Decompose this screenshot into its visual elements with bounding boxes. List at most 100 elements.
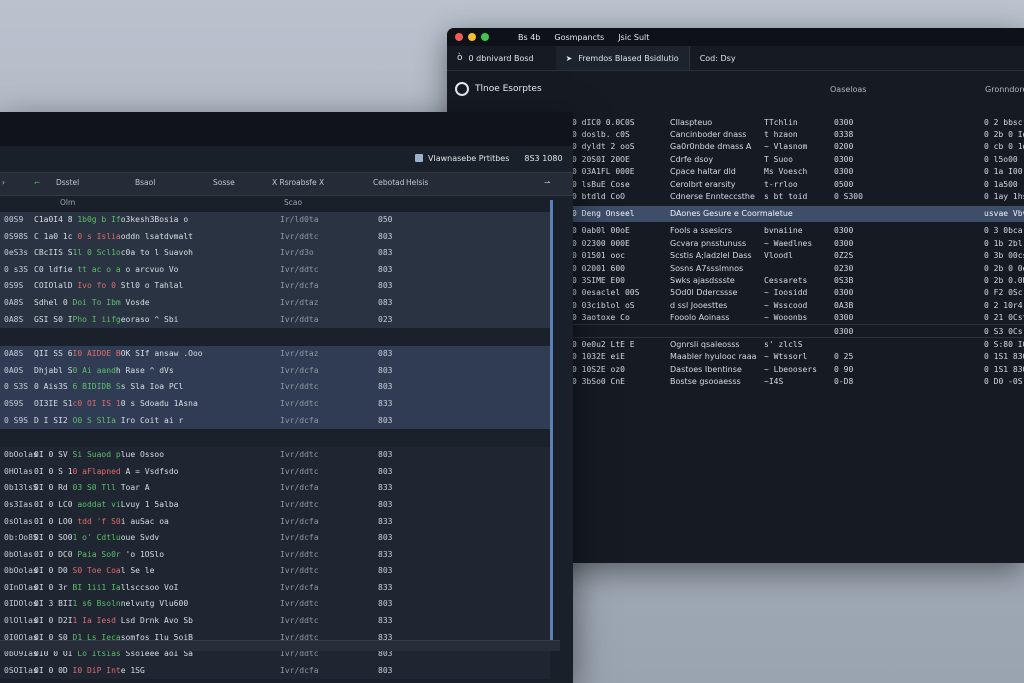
column-header[interactable]: Oaseloas	[830, 85, 866, 94]
minimize-window-button[interactable]	[468, 33, 476, 41]
zoom-window-button[interactable]	[481, 33, 489, 41]
table-row[interactable]: 0 01501 ooc Scstis A;ladzlel Dass Vloodl 0Z…	[572, 250, 1024, 262]
table-row[interactable]: 0 0ab0l 00oE Fools a ssesicrs bvnaiine 0300…	[572, 225, 1024, 237]
toolbar-item[interactable]: Bsaol	[135, 178, 155, 187]
table-cell: 0S98S	[4, 231, 29, 241]
table-row[interactable]: 0 3SIME E00 Swks ajasdssste Cessarets 0S3B 0…	[572, 274, 1024, 286]
table-row[interactable]: 0 02001 600 Sosns A7ssslmnos 0230 0 2b 0 0e…	[572, 262, 1024, 274]
table-row[interactable]: 0 03ciblol oS d ssl Jooesttes ~ Wsscood 0A3…	[572, 299, 1024, 311]
table-row[interactable]: 0SOIlas 0I 0 0D I0 DiP Inte 1SG Ivr/dcfa 80…	[0, 663, 550, 680]
table-cell: bvnaiine	[764, 226, 803, 236]
table-row[interactable]: 0 s3S C0 ldfie tt ac o a o arcvuo Vo Ivr/d…	[0, 262, 550, 279]
table-row[interactable]: 0 S3S 0 Ais3S 6 BIDIDB Ss Sla Ioa PCl Ivr/…	[0, 379, 550, 396]
table-cell: C 1a0 1c 0 s Isliaoddn lsatdvmalt	[34, 231, 193, 241]
table-row[interactable]: 0A8S GSI S0 IPho I iifgeoraso ^ Sbi Ivr/dd…	[0, 312, 550, 329]
table-row[interactable]: 0S98S C 1a0 1c 0 s Isliaoddn lsatdvmalt Iv…	[0, 229, 550, 246]
table-row[interactable]: 0 0e0u2 LtE E Ognrsli qsaleosss s' zlclS 0 …	[572, 337, 1024, 350]
sort-icon[interactable]: ⇀	[544, 178, 550, 187]
column-header[interactable]: Scao	[284, 198, 302, 207]
table-row[interactable]: 0 dIC0 0.0C0S Cllaspteuo TTchlin 0300 0 2 bb…	[572, 116, 1024, 128]
table-row[interactable]: 0A8S QII SS 6I0 AIDOE BOK SIf ansaw .Ooo I…	[0, 346, 550, 363]
table-row[interactable]: 0 3bSo0 CnE Bostse gsooaesss ~I4S 0-D8 0 D0 …	[572, 375, 1024, 387]
front-column-headers: Olm Scao	[0, 196, 550, 210]
toolbar-item[interactable]: Dsstel	[56, 178, 79, 187]
table-cell: Ms Voesch	[764, 167, 808, 177]
table-row[interactable]: 0 btdld CoO Cdnerse Ennteccsthe s bt toid 0…	[572, 190, 1024, 202]
table-cell: 0I 0 LC0 aoddat viLvuy 1 5alba	[34, 499, 179, 509]
tab-active[interactable]: ➤ Fremdos Blased Bsidlutio	[555, 46, 690, 70]
table-cell: C0 ldfie tt ac o a o arcvuo Vo	[34, 264, 179, 274]
table-row[interactable]: 0b13lsS 0I 0 Rd 03 S0 Tll Toar A Ivr/dcfa 8…	[0, 480, 550, 497]
table-row[interactable]: 0 10S2E oz0 Dastoes Ibentinse ~ Lbeoosers 0…	[572, 363, 1024, 375]
tab-label: Fremdos Blased Bsidlutio	[578, 53, 679, 63]
tab-label: 0 dbnivard Bosd	[468, 53, 534, 63]
close-window-button[interactable]	[455, 33, 463, 41]
table-cell: Fooolo Aoinass	[670, 313, 730, 323]
table-cell: 0200	[834, 142, 854, 152]
table-row[interactable]: 0 0esaclel 00S 5Od0l Ddercssse ~ Ioosidd 03…	[572, 287, 1024, 299]
search-field[interactable]: Vlawnasebe Prtitbes 8S3 1080	[415, 148, 573, 168]
table-row[interactable]: 0S9S OI3IE S1c0 OI IS 10 s Sdoadu 1Asna Iv…	[0, 396, 550, 413]
table-cell: Ivr/ddtc	[280, 616, 319, 626]
table-cell: 0300	[834, 117, 854, 127]
column-header[interactable]: Gronndore	[985, 85, 1024, 94]
horizontal-scrollbar[interactable]	[0, 640, 560, 651]
table-row[interactable]: 0 20S0I 20OE Cdrfe dsoy T Suoo 0300 0 l5o00	[572, 153, 1024, 165]
table-row[interactable]: 0 lsBuE Cose Cerolbrt erarsity t-rrloo 0500…	[572, 178, 1024, 190]
table-row[interactable]: 0 3aotoxe Co Fooolo Aoinass ~ Wooonbs 0300 0…	[572, 311, 1024, 323]
table-cell: ~ Vlasnom	[764, 142, 808, 152]
table-row[interactable]: 0 doslb. c0S Cancinboder dnass t hzaon 0338…	[572, 128, 1024, 140]
table-cell: Maabler hyulooc raaa	[670, 352, 757, 362]
table-row[interactable]: 0eS3s CBcIIS S1l 0 Scl1oc0a to l Suavoh Iv…	[0, 245, 550, 262]
table-cell: 0I 3 BII1 s6 Bsolnnelvutg Vlu600	[34, 599, 189, 609]
table-row-selected[interactable]: 0 Deng Onseel DAones Gesure e Coormaletue…	[572, 205, 1024, 222]
table-cell: 0InOlas	[4, 582, 38, 592]
table-row[interactable]: 0 dyldt 2 ooS Ga0r0nbde dmass A ~ Vlasnom 0…	[572, 141, 1024, 153]
table-cell: 083	[378, 248, 393, 258]
table-row[interactable]: 0 1032E eiE Maabler hyulooc raaa ~ Wtssorl…	[572, 351, 1024, 363]
menu-item[interactable]: Bs 4b	[518, 33, 540, 42]
table-row[interactable]: 00S9 C1a0I4 8 1b0g b Ifo3kesh3Bosia o Ir/l…	[0, 212, 550, 229]
checkbox-icon[interactable]	[415, 154, 423, 162]
menu-item[interactable]: Jsic Sult	[618, 33, 649, 42]
tab-code[interactable]: Cod: Dsy	[690, 46, 746, 70]
table-row[interactable]: 0lOllas 0I 0 D2I1 Ia Iesd Lsd Drnk Avo Sb…	[0, 613, 550, 630]
circle-icon	[455, 82, 469, 96]
chevron-left-icon[interactable]: ›	[2, 178, 5, 187]
table-row[interactable]: 0InOlas 0I 0 3r BI 1ii1 Iallsccsoo VoI Ivr…	[0, 580, 550, 597]
toolbar-item[interactable]: Sosse	[213, 178, 235, 187]
column-header[interactable]: Olm	[60, 198, 75, 207]
table-cell: 0 dyldt 2 ooS	[572, 142, 635, 152]
table-cell: 0 1ay 1hse	[984, 192, 1024, 202]
table-row[interactable]: 0bOolas 0I 0 D0 S0 Toe Coal Se le Ivr/ddtc…	[0, 563, 550, 580]
table-cell: Ivr/dtaz	[280, 349, 319, 359]
tag-icon: ⌐	[34, 178, 41, 187]
view-header: Tlnoe Esorptes Oaseloas Gronndore	[447, 71, 1024, 107]
menu-item[interactable]: Gosmpancts	[554, 33, 604, 42]
table-row[interactable]: 0b:Oo8S 0I 0 SO01 o' Cdtluoue Svdv Ivr/dcf…	[0, 530, 550, 547]
table-row[interactable]: 0HOlas 0I 0 S 10 aFlapned A = Vsdfsdo Ivr/…	[0, 464, 550, 481]
table-row[interactable]: 0 02300 000E Gcvara pnsstunuss ~ Waedlnes 0…	[572, 237, 1024, 249]
filter-chip[interactable]: X Rsroabsfe X	[272, 178, 324, 187]
table-cell: 0 2b 0 Ide	[984, 130, 1024, 140]
tab-dashboard[interactable]: ò 0 dbnivard Bosd	[447, 46, 544, 70]
front-table: 00S9 C1a0I4 8 1b0g b Ifo3kesh3Bosia o Ir/l…	[0, 212, 550, 680]
table-row[interactable]: 0bOolas 0I 0 SV Si Suaod plue Ossoo Ivr/dd…	[0, 447, 550, 464]
table-row[interactable]: 0A0S Dhjabl S0 Ai aandh Rase ^ dVs Ivr/dcf…	[0, 363, 550, 380]
table-row[interactable]: 0300 0 S3 0Cs	[572, 323, 1024, 337]
toolbar-item[interactable]: Helsis	[406, 178, 428, 187]
table-row[interactable]: 0IDOlos 0I 3 BII1 s6 Bsolnnelvutg Vlu600 I…	[0, 596, 550, 613]
table-cell: 803	[378, 450, 393, 460]
vertical-scrollbar[interactable]	[550, 200, 553, 640]
toolbar-item[interactable]: Cebotad	[373, 178, 405, 187]
table-row[interactable]: 0A8S Sdhel 0 Doi To Ibm Vosde Ivr/dtaz 083	[0, 295, 550, 312]
table-row[interactable]: 0 03A1FL 000E Cpace haltar dld Ms Voesch 03…	[572, 166, 1024, 178]
table-row[interactable]: 0bOlas 0I 0 DC0 Paia So0r 'o 1OSlo Ivr/ddt…	[0, 547, 550, 564]
table-row[interactable]: 0 S9S D I SI2 O0 S SlIa Iro Coit ai r Ivr/…	[0, 413, 550, 430]
table-row[interactable]: 0s3Ias 0I 0 LC0 aoddat viLvuy 1 5alba Ivr/…	[0, 497, 550, 514]
table-row[interactable]: 0sOlas 0I 0 LO0 tdd 'f S0i auSac oa Ivr/dc…	[0, 514, 550, 531]
table-cell: 050	[378, 215, 393, 224]
table-row[interactable]: 0S9S COIOlalD Ivo fo 0 Stl0 o Tahlal Ivr/d…	[0, 278, 550, 295]
table-cell: 0 Ais3S 6 BIDIDB Ss Sla Ioa PCl	[34, 382, 184, 392]
table-cell: ~ Wtssorl	[764, 352, 808, 362]
